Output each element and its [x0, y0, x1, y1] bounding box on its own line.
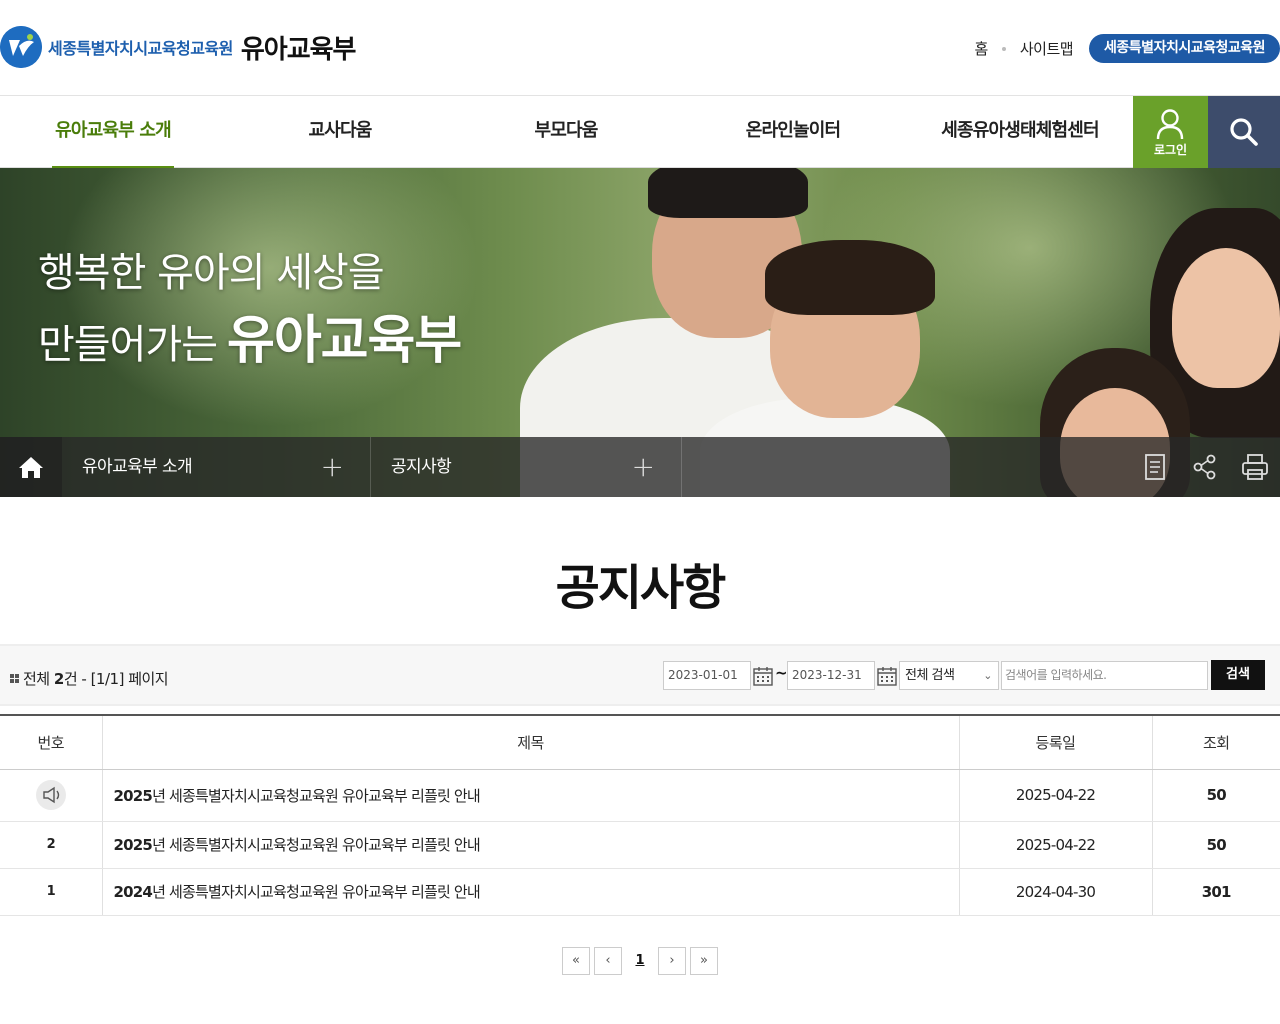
site-logo[interactable]: 세종특별자치시교육청교육원 유아교육부	[0, 26, 357, 68]
total-prefix: 전체	[23, 670, 50, 688]
search-submit-button[interactable]: 검색	[1211, 660, 1265, 690]
row-date-cell: 2025-04-22	[958, 821, 1152, 869]
logo-site-title: 유아교육부	[240, 34, 357, 65]
col-header-date: 등록일	[958, 715, 1152, 770]
expand-plus-icon: +	[320, 450, 344, 483]
row-title-link[interactable]: 2025년 세종특별자치시교육청교육원 유아교육부 리플릿 안내	[101, 821, 959, 869]
visual-headline-2-text: 만들어가는	[38, 322, 218, 368]
gnb-item-about[interactable]: 유아교육부 소개	[52, 96, 174, 169]
util-separator	[1001, 46, 1006, 51]
search-scope-value: 전체 검색	[905, 668, 955, 683]
table-row[interactable]: 1 2024년 세종특별자치시교육청교육원 유아교육부 리플릿 안내 2024-…	[0, 868, 1280, 916]
location-depth1-label: 유아교육부 소개	[82, 457, 193, 477]
util-sitemap-link[interactable]: 사이트맵	[1020, 38, 1074, 59]
logo-emblem-icon	[0, 26, 42, 68]
main-navigation: 유아교육부 소개 교사다움 부모다움 온라인놀이터 세종유아생태체험센터 로그인	[0, 96, 1280, 169]
page-current[interactable]: 1	[626, 947, 654, 975]
visual-figure-mother-face	[1172, 248, 1280, 388]
total-suffix: 건 - [1/1] 페이지	[63, 670, 169, 688]
row-date-cell: 2024-04-30	[958, 868, 1152, 916]
pagination: « ‹ 1 › »	[0, 947, 1280, 975]
utility-menu: 홈 사이트맵 세종특별자치시교육청교육원	[975, 34, 1280, 63]
date-range-separator: ~	[775, 664, 788, 682]
document-icon[interactable]	[1138, 450, 1172, 484]
util-home-link[interactable]: 홈	[975, 38, 989, 59]
grid-bullet-icon	[10, 674, 19, 683]
row-views-cell: 50	[1151, 821, 1280, 869]
search-scope-select[interactable]: 전체 검색 ⌄	[899, 661, 999, 690]
page-title: 공지사항	[555, 560, 727, 616]
table-row[interactable]: 2 2025년 세종특별자치시교육청교육원 유아교육부 리플릿 안내 2025-…	[0, 821, 1280, 869]
col-header-views: 조회	[1151, 715, 1280, 770]
search-icon	[1230, 118, 1258, 146]
row-number-cell	[0, 769, 102, 822]
login-button[interactable]: 로그인	[1133, 96, 1208, 168]
notice-board-table: 번호 제목 등록일 조회 2025년 세종특별자치시교육청교육원 유아교육부 리…	[0, 714, 1280, 916]
date-from-input[interactable]: 2023-01-01	[663, 661, 751, 690]
gnb-item-playground[interactable]: 온라인놀이터	[728, 96, 858, 168]
site-search-button[interactable]	[1208, 96, 1280, 168]
col-header-title: 제목	[101, 715, 959, 770]
page-next-button[interactable]: ›	[658, 947, 686, 975]
row-title-year: 2024	[113, 883, 153, 901]
page-prev-button[interactable]: ‹	[594, 947, 622, 975]
visual-headline-strong: 유아교육부	[227, 311, 462, 371]
chevron-down-icon: ⌄	[983, 669, 992, 682]
row-date-cell: 2025-04-22	[958, 769, 1152, 822]
expand-plus-icon: +	[631, 450, 655, 483]
col-header-number: 번호	[0, 715, 102, 770]
row-views-cell: 50	[1151, 769, 1280, 822]
location-depth2-label: 공지사항	[391, 457, 452, 477]
date-to-input[interactable]: 2023-12-31	[787, 661, 875, 690]
row-title-link[interactable]: 2025년 세종특별자치시교육청교육원 유아교육부 리플릿 안내	[101, 769, 959, 822]
table-row[interactable]: 2025년 세종특별자치시교육청교육원 유아교육부 리플릿 안내 2025-04…	[0, 769, 1280, 822]
row-title-link[interactable]: 2024년 세종특별자치시교육청교육원 유아교육부 리플릿 안내	[101, 868, 959, 916]
row-number-cell: 1	[0, 868, 102, 916]
user-icon	[1156, 109, 1184, 140]
table-header-row: 번호 제목 등록일 조회	[0, 715, 1280, 770]
board-search-bar: 전체 2건 - [1/1] 페이지 2023-01-01 ~ 2023-12-3…	[0, 644, 1280, 706]
gnb-item-eco-center[interactable]: 세종유아생태체험센터	[930, 96, 1110, 168]
home-icon	[19, 457, 43, 478]
org-site-button[interactable]: 세종특별자치시교육청교육원	[1089, 34, 1280, 63]
calendar-icon[interactable]	[753, 666, 773, 686]
visual-figure-father-hair	[648, 168, 808, 218]
calendar-icon[interactable]	[877, 666, 897, 686]
top-header: 세종특별자치시교육청교육원 유아교육부 홈 사이트맵 세종특별자치시교육청교육원	[0, 0, 1280, 96]
row-views-cell: 301	[1151, 868, 1280, 916]
total-count: 2	[53, 669, 64, 688]
row-title-year: 2025	[113, 836, 153, 854]
row-title-text: 년 세종특별자치시교육청교육원 유아교육부 리플릿 안내	[152, 883, 481, 901]
row-title-text: 년 세종특별자치시교육청교육원 유아교육부 리플릿 안내	[152, 836, 481, 854]
gnb-item-label: 부모다움	[534, 120, 598, 141]
visual-headline-2: 만들어가는 유아교육부	[38, 298, 462, 373]
gnb-item-parent[interactable]: 부모다움	[516, 96, 616, 168]
gnb-item-teacher[interactable]: 교사다움	[290, 96, 390, 168]
total-count-info: 전체 2건 - [1/1] 페이지	[10, 668, 169, 689]
login-label: 로그인	[1153, 143, 1188, 157]
gnb-item-label: 세종유아생태체험센터	[941, 120, 1099, 141]
search-keyword-input[interactable]: 검색어를 입력하세요.	[1001, 661, 1208, 690]
row-title-year: 2025	[113, 786, 153, 805]
page-last-button[interactable]: »	[690, 947, 718, 975]
row-number-cell: 2	[0, 821, 102, 869]
visual-headline-1: 행복한 유아의 세상을	[38, 250, 385, 296]
gnb-item-label: 교사다움	[308, 120, 372, 141]
visual-figure-child-hair	[765, 240, 935, 315]
location-home-button[interactable]	[0, 437, 62, 497]
notice-megaphone-icon	[35, 780, 66, 810]
gnb-item-label: 온라인놀이터	[745, 120, 841, 141]
row-title-text: 년 세종특별자치시교육청교육원 유아교육부 리플릿 안내	[152, 786, 481, 805]
location-depth2-dropdown[interactable]: 공지사항 +	[371, 437, 682, 497]
gnb-item-label: 유아교육부 소개	[55, 120, 172, 141]
logo-org-name: 세종특별자치시교육청교육원	[48, 39, 233, 58]
print-icon[interactable]	[1238, 450, 1272, 484]
share-icon[interactable]	[1188, 450, 1222, 484]
page-first-button[interactable]: «	[562, 947, 590, 975]
location-depth1-dropdown[interactable]: 유아교육부 소개 +	[62, 437, 371, 497]
location-bar: 유아교육부 소개 + 공지사항 +	[0, 437, 1280, 497]
